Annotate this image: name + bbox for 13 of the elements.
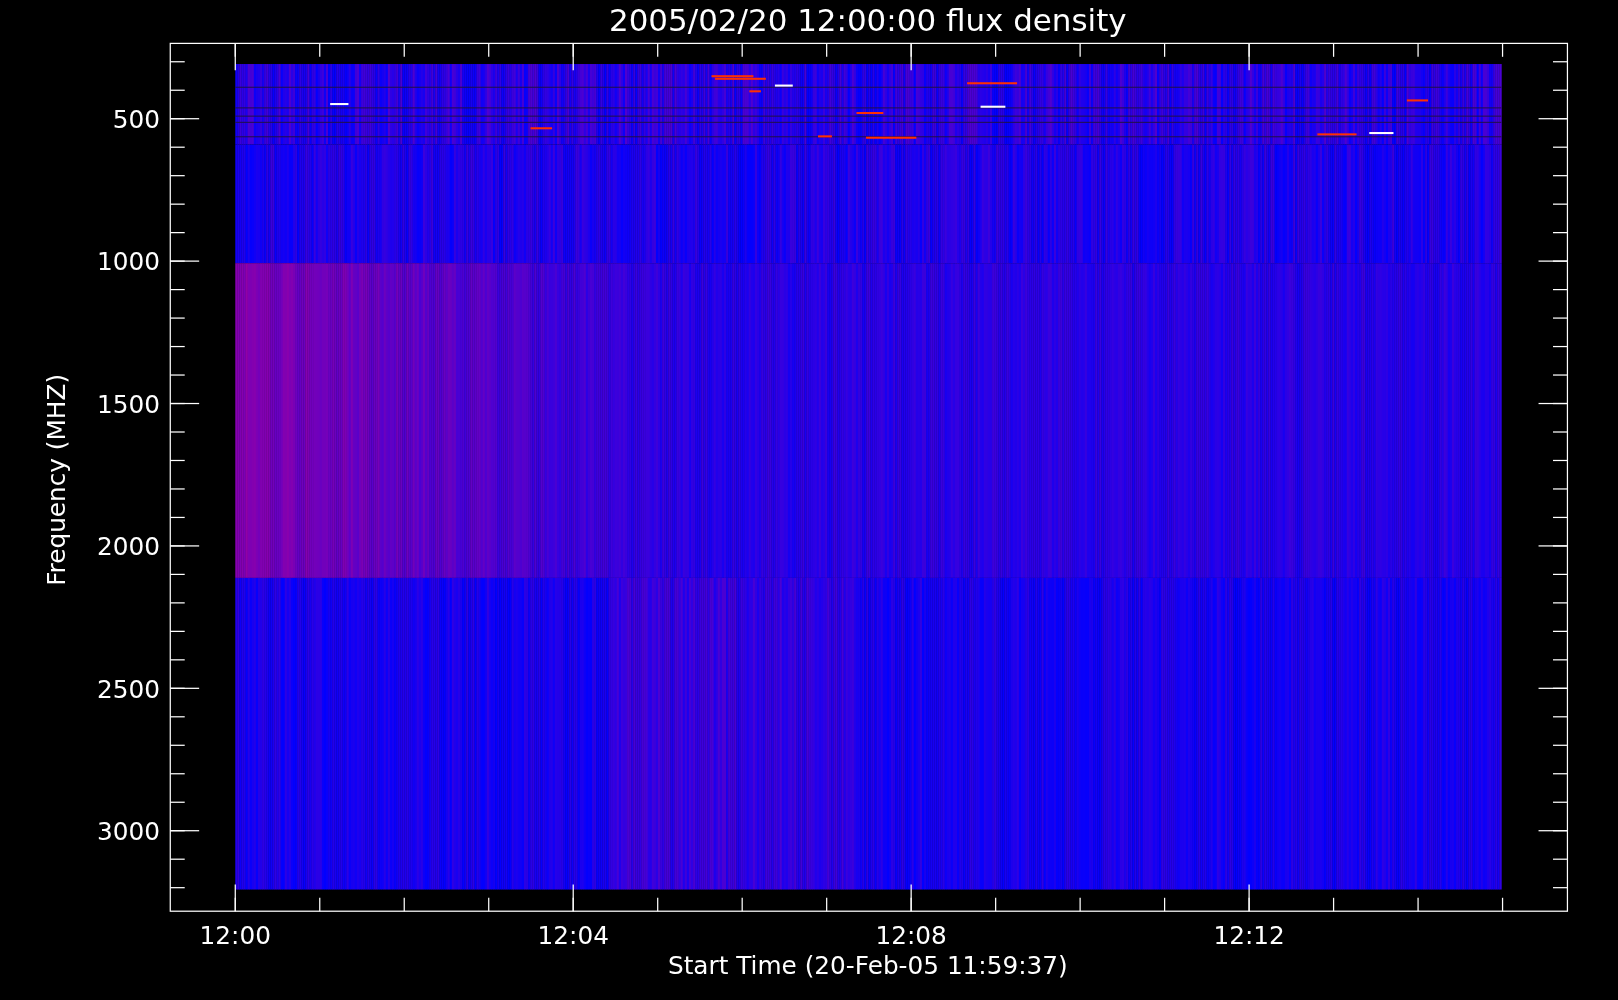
axis-tick-label: 1000 xyxy=(96,247,160,277)
axis-tick-label: 12:12 xyxy=(1213,921,1285,951)
y-axis-label: Frequency (MHZ) xyxy=(42,373,71,586)
x-axis-label: Start Time (20-Feb-05 11:59:37) xyxy=(667,951,1068,981)
chart-title: 2005/02/20 12:00:00 flux density xyxy=(609,2,1127,38)
axis-tick-label: 1500 xyxy=(96,389,160,419)
axis-tick-label: 12:04 xyxy=(537,921,609,951)
axis-tick-label: 12:00 xyxy=(199,921,271,951)
axis-tick-label: 500 xyxy=(112,105,160,134)
axis-tick-label: 2500 xyxy=(96,674,160,704)
axis-tick-label: 2000 xyxy=(96,532,160,562)
axis-tick-label: 3000 xyxy=(96,817,160,846)
axis-tick-label: 12:08 xyxy=(875,921,947,951)
